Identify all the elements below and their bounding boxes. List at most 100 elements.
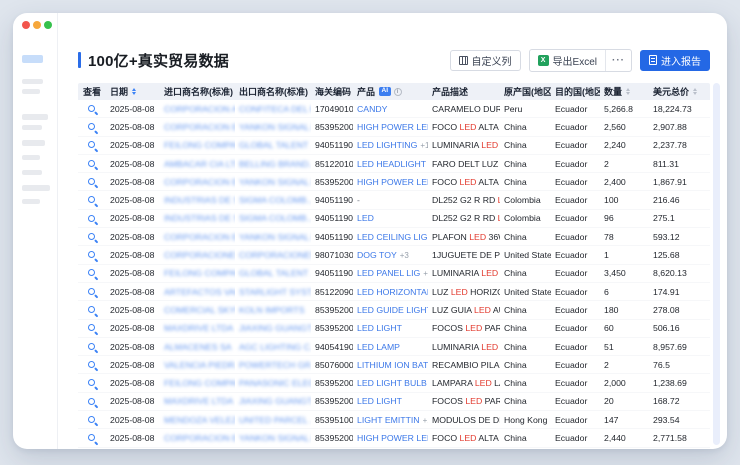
search-icon[interactable] — [87, 396, 98, 407]
importer-name-blurred[interactable]: CORPORACION A — [164, 104, 235, 114]
importer-name-blurred[interactable]: FEILONG COMPANIA ... — [164, 268, 235, 278]
column-header-10[interactable]: 美元总价 — [649, 83, 710, 100]
importer-name-blurred[interactable]: MAXDRIVE LTDA — [164, 323, 233, 333]
search-icon[interactable] — [87, 323, 98, 334]
importer-name-blurred[interactable]: AMBACAR CIA LTDA — [164, 159, 235, 169]
column-header-1[interactable]: 日期 — [106, 83, 160, 100]
product-link[interactable]: LED CEILING LIGHT — [357, 232, 428, 242]
column-header-3[interactable]: 出口商名称(标准) — [235, 83, 311, 100]
importer-name-blurred[interactable]: MENDOZA VELEZ M... — [164, 415, 235, 425]
sidebar-item-placeholder[interactable] — [22, 185, 50, 191]
importer-name-blurred[interactable]: CORPORACION E... — [164, 122, 235, 132]
search-icon[interactable] — [87, 414, 98, 425]
search-icon[interactable] — [87, 341, 98, 352]
search-icon[interactable] — [87, 378, 98, 389]
column-header-2[interactable]: 进口商名称(标准) — [160, 83, 235, 100]
sidebar-item-placeholder[interactable] — [22, 125, 42, 130]
export-excel-button[interactable]: X 导出Excel — [530, 50, 605, 71]
product-link[interactable]: LED LIGHTING — [357, 140, 417, 150]
importer-name-blurred[interactable]: INDUSTRIAS DE SIS... — [164, 195, 235, 205]
column-header-9[interactable]: 数量 — [600, 83, 649, 100]
product-link[interactable]: LED PANEL LIG — [357, 268, 420, 278]
importer-name-blurred[interactable]: FEILONG COMPANIA ... — [164, 378, 235, 388]
search-icon[interactable] — [87, 213, 98, 224]
sort-icon[interactable] — [626, 88, 630, 96]
exporter-name-blurred[interactable]: GLOBAL TALENT ... — [239, 140, 311, 150]
product-link[interactable]: LED LIGHT BULB — [357, 378, 427, 388]
exporter-name-blurred[interactable]: YANKON SIGNAL LI... — [239, 433, 311, 443]
sort-icon[interactable] — [132, 88, 136, 96]
exporter-name-blurred[interactable]: YANKON SIGNAL LI... — [239, 122, 311, 132]
sidebar-item-placeholder[interactable] — [22, 199, 40, 204]
exporter-name-blurred[interactable]: BELLING BRAND... — [239, 159, 311, 169]
sort-icon[interactable] — [693, 88, 697, 96]
exporter-name-blurred[interactable]: JIAXING GUANGT... — [239, 323, 311, 333]
search-icon[interactable] — [87, 158, 98, 169]
sidebar-item-placeholder[interactable] — [22, 114, 48, 120]
sidebar-item-placeholder[interactable] — [22, 170, 42, 175]
search-icon[interactable] — [87, 268, 98, 279]
search-icon[interactable] — [87, 250, 98, 261]
product-link[interactable]: CANDY — [357, 104, 387, 114]
exporter-name-blurred[interactable]: SIGMA COLOMB... — [239, 195, 311, 205]
more-options-button[interactable]: ··· — [605, 50, 631, 71]
product-link[interactable]: LED HEADLIGHT — [357, 159, 426, 169]
exporter-name-blurred[interactable]: SIGMA COLOMB... — [239, 213, 311, 223]
search-icon[interactable] — [87, 286, 98, 297]
product-link[interactable]: DOG TOY — [357, 250, 397, 260]
exporter-name-blurred[interactable]: UNITED PARCEL ... — [239, 415, 311, 425]
sidebar-item-placeholder[interactable] — [22, 155, 40, 160]
exporter-name-blurred[interactable]: STARLIGHT SYST... — [239, 287, 311, 297]
product-link[interactable]: LED GUIDE LIGHT T — [357, 305, 428, 315]
importer-name-blurred[interactable]: ALMACENES SA — [164, 342, 232, 352]
product-link[interactable]: HIGH POWER LED F — [357, 177, 428, 187]
product-link[interactable]: HIGH POWER LED F — [357, 433, 428, 443]
exporter-name-blurred[interactable]: YANKON SIGNAL LI... — [239, 232, 311, 242]
search-icon[interactable] — [87, 231, 98, 242]
product-link[interactable]: LED LIGHT — [357, 396, 402, 406]
product-link[interactable]: LITHIUM ION BATTE — [357, 360, 428, 370]
importer-name-blurred[interactable]: CORPORACION E... — [164, 177, 235, 187]
exporter-name-blurred[interactable]: AGC LIGHTING C... — [239, 342, 311, 352]
search-icon[interactable] — [87, 305, 98, 316]
importer-name-blurred[interactable]: VALENCIA PIEDR... — [164, 360, 235, 370]
search-icon[interactable] — [87, 122, 98, 133]
exporter-name-blurred[interactable]: YANKON SIGNAL LI... — [239, 177, 311, 187]
exporter-name-blurred[interactable]: PANASONIC ELECTRIC... — [239, 378, 311, 388]
search-icon[interactable] — [87, 176, 98, 187]
search-icon[interactable] — [87, 103, 98, 114]
sidebar-item-placeholder[interactable] — [22, 89, 40, 94]
exporter-name-blurred[interactable]: CONFITECA DEL M... — [239, 104, 311, 114]
exporter-name-blurred[interactable]: POWERTECH GR... — [239, 360, 311, 370]
product-link[interactable]: LED LIGHT — [357, 323, 402, 333]
search-icon[interactable] — [87, 433, 98, 444]
product-link[interactable]: LED — [357, 213, 374, 223]
importer-name-blurred[interactable]: INDUSTRIAS DE SIS... — [164, 213, 235, 223]
enter-report-button[interactable]: 进入报告 — [640, 50, 710, 71]
ai-badge[interactable]: AI — [379, 87, 391, 96]
product-link[interactable]: LED LAMP — [357, 342, 400, 352]
exporter-name-blurred[interactable]: CORPORACIONES... — [239, 250, 311, 260]
exporter-name-blurred[interactable]: JIAXING GUANGT... — [239, 396, 311, 406]
search-icon[interactable] — [87, 359, 98, 370]
importer-name-blurred[interactable]: CORPORACION E... — [164, 433, 235, 443]
product-link[interactable]: LIGHT EMITTIN — [357, 415, 420, 425]
info-circle-icon[interactable]: i — [394, 88, 402, 96]
importer-name-blurred[interactable]: CORPORACIONES... — [164, 250, 235, 260]
sidebar-item-placeholder[interactable] — [22, 140, 45, 146]
product-link[interactable]: LED HORIZONTAL L — [357, 287, 428, 297]
sidebar-item-active[interactable] — [22, 55, 43, 63]
product-link[interactable]: HIGH POWER LED F — [357, 122, 428, 132]
importer-name-blurred[interactable]: COMERCIAL SKYWI... — [164, 305, 235, 315]
importer-name-blurred[interactable]: ARTEFACTOS VARA... — [164, 287, 235, 297]
customize-columns-button[interactable]: 自定义列 — [450, 50, 521, 71]
exporter-name-blurred[interactable]: KOLN IMPORTS — [239, 305, 305, 315]
sidebar-item-placeholder[interactable] — [22, 79, 43, 84]
search-icon[interactable] — [87, 195, 98, 206]
search-icon[interactable] — [87, 140, 98, 151]
importer-name-blurred[interactable]: MAXDRIVE LTDA — [164, 396, 233, 406]
exporter-name-blurred[interactable]: GLOBAL TALENT ... — [239, 268, 311, 278]
importer-name-blurred[interactable]: CORPORACION E... — [164, 232, 235, 242]
importer-name-blurred[interactable]: FEILONG COMPANIA ... — [164, 140, 235, 150]
vertical-scrollbar[interactable] — [713, 83, 720, 445]
